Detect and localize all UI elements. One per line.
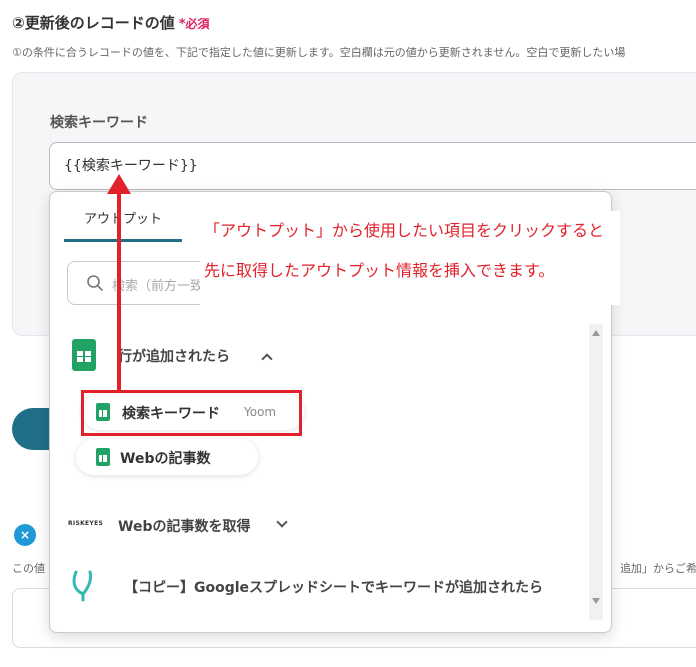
annotation-line-2: 先に取得したアウトプット情報を挿入できます。: [204, 261, 555, 280]
output-item-article-count[interactable]: Webの記事数: [76, 439, 258, 475]
group-header-row-copy[interactable]: 【コピー】Googleスプレッドシートでキーワードが追加されたら: [50, 566, 580, 606]
group-title: 行が追加されたら: [118, 349, 230, 365]
section-title: ②更新後のレコードの値 *必須: [12, 12, 210, 33]
chevron-up-icon[interactable]: [261, 353, 273, 365]
required-label: 必須: [185, 17, 210, 31]
field-label: 検索キーワード: [50, 115, 148, 131]
annotation-callout: 「アウトプット」から使用したい項目をクリックすると 先に取得したアウトプット情報…: [200, 211, 620, 305]
group-title: Webの記事数を取得: [118, 519, 251, 535]
keyword-input[interactable]: {{検索キーワード}}: [49, 142, 696, 190]
required-mark: *: [178, 17, 186, 32]
section-title-text: ②更新後のレコードの値: [12, 14, 175, 32]
group-header-row-riskeyes[interactable]: RISKEYES Webの記事数を取得: [50, 506, 580, 546]
arrow-shaft: [117, 188, 121, 393]
arrow-up-icon: [107, 174, 131, 194]
group-title: 【コピー】Googleスプレッドシートでキーワードが追加されたら: [124, 580, 544, 596]
tab-output[interactable]: アウトプット: [64, 202, 182, 242]
annotation-line-1: 「アウトプット」から使用したい項目をクリックすると: [204, 221, 605, 240]
highlight-box: [81, 390, 302, 436]
output-item-label: Webの記事数: [120, 451, 211, 467]
scroll-up-icon[interactable]: [592, 330, 600, 336]
google-sheets-icon: [96, 448, 110, 466]
group-header-row-added[interactable]: 行が追加されたら: [50, 336, 580, 376]
google-sheets-icon: [72, 339, 96, 371]
chevron-down-icon[interactable]: [276, 516, 288, 528]
section-description: ①の条件に合うレコードの値を、下記で指定した値に更新します。空白欄は元の値から更…: [12, 46, 626, 59]
search-icon: [87, 275, 103, 291]
next-step-description-tail: 追加」からご希望: [620, 562, 696, 575]
scroll-down-icon[interactable]: [592, 598, 600, 604]
next-step-icon: ×: [14, 524, 36, 546]
riskeyes-logo: RISKEYES: [68, 520, 104, 527]
scrollbar[interactable]: [589, 324, 603, 620]
yoom-flow-icon: [72, 570, 92, 602]
next-step-description: この値: [12, 562, 45, 575]
